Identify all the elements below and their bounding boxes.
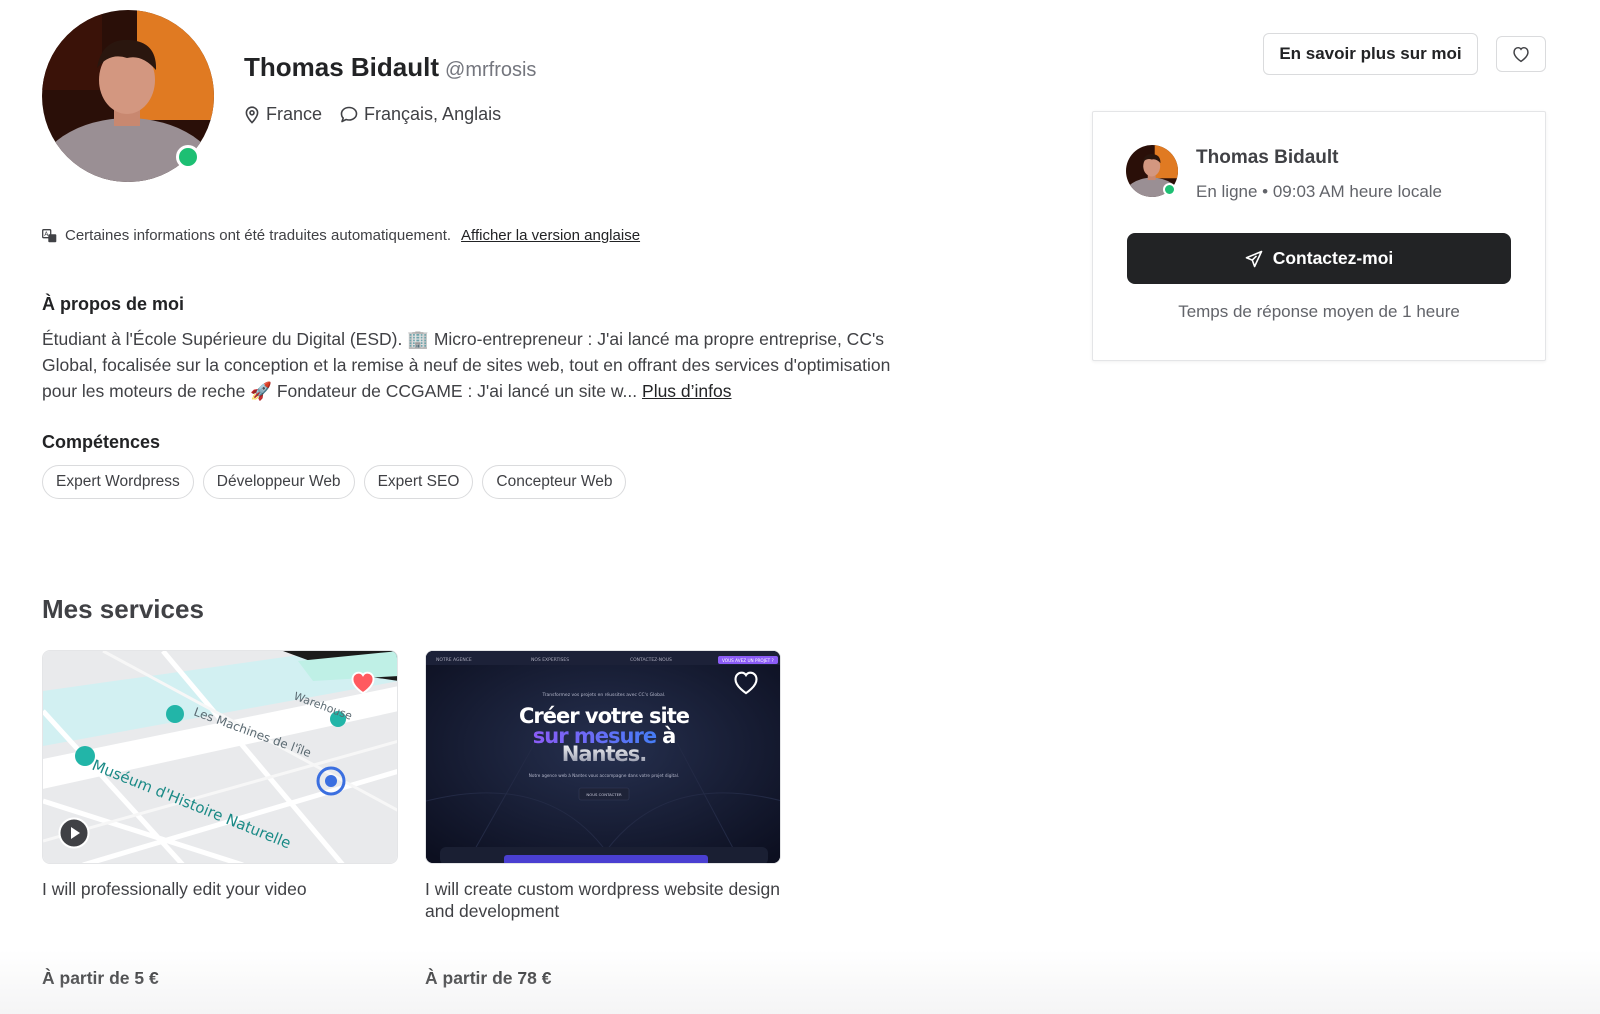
profile-handle: @mrfrosis (445, 59, 537, 81)
about-heading: À propos de moi (42, 294, 185, 314)
profile-meta: France Français, Anglais (244, 104, 501, 125)
profile-name-text: Thomas Bidault (244, 52, 440, 82)
heart-outline-icon (1513, 46, 1529, 63)
preview-nav-cta: VOUS AVEZ UN PROJET ? (722, 658, 774, 663)
preview-cta: NOUS CONTACTER (586, 792, 622, 797)
send-icon (1245, 250, 1263, 267)
preview-sub: Notre agence web à Nantes vous accompagn… (529, 773, 680, 778)
response-time: Temps de réponse moyen de 1 heure (1178, 302, 1460, 321)
play-video-icon[interactable] (58, 817, 90, 849)
contact-me-label: Contactez-moi (1272, 248, 1394, 268)
online-status-indicator (1163, 183, 1176, 196)
preview-headline-3: Nantes. (562, 742, 646, 766)
translation-notice: A Certaines informations ont été traduit… (42, 227, 640, 244)
more-info-link[interactable]: Plus d’infos (642, 381, 732, 401)
location-pin-icon (245, 105, 259, 124)
service-title[interactable]: I will create custom wordpress website d… (425, 878, 785, 922)
favorite-button[interactable] (1496, 36, 1546, 72)
about-text: Étudiant à l'École Supérieure du Digital… (42, 326, 902, 404)
preview-nav-item: CONTACTEZ-NOUS (630, 657, 672, 663)
service-price: À partir de 5 € (42, 968, 159, 988)
preview-nav-item: NOS EXPERTISES (531, 657, 569, 663)
service-title[interactable]: I will professionally edit your video (42, 878, 402, 900)
heart-filled-icon[interactable] (349, 669, 377, 695)
contact-card-status: En ligne • 09:03 AM heure locale (1196, 182, 1443, 201)
skills-heading: Compétences (42, 432, 161, 452)
speech-bubble-icon (340, 106, 358, 123)
skill-tag[interactable]: Expert Wordpress (42, 465, 194, 499)
service-price: À partir de 78 € (425, 968, 552, 988)
profile-languages-text: Français, Anglais (364, 104, 502, 124)
skill-tag[interactable]: Expert SEO (363, 465, 474, 499)
translate-icon: A (42, 228, 57, 242)
translation-notice-text: Certaines informations ont été traduites… (65, 227, 452, 244)
preview-headline-2b: à (662, 724, 675, 748)
heart-outline-icon[interactable] (732, 669, 760, 695)
skills-list: Expert Wordpress Développeur Web Expert … (42, 465, 627, 499)
show-english-version-link[interactable]: Afficher la version anglaise (461, 227, 640, 244)
profile-location: France (244, 104, 322, 125)
about-description: Étudiant à l'École Supérieure du Digital… (42, 329, 891, 401)
profile-name: Thomas Bidault @mrfrosis (244, 52, 536, 83)
profile-languages: Français, Anglais (340, 104, 501, 125)
preview-tagline: Transformez vos projets en réussites ave… (542, 691, 666, 698)
bottom-shadow (0, 950, 1600, 1014)
about-me-button[interactable]: En savoir plus sur moi (1263, 33, 1478, 75)
preview-nav-item: NOTRE AGENCE (436, 657, 472, 663)
contact-me-button[interactable]: Contactez-moi (1127, 233, 1511, 284)
online-status-indicator (176, 145, 200, 169)
contact-card-name: Thomas Bidault (1196, 147, 1339, 168)
service-card-image-wordpress[interactable]: NOTRE AGENCE NOS EXPERTISES CONTACTEZ-NO… (425, 650, 781, 864)
skill-tag[interactable]: Concepteur Web (482, 465, 627, 499)
service-card-image-video[interactable]: Muséum d'Histoire Naturelle Les Machines… (42, 650, 398, 864)
skill-tag[interactable]: Développeur Web (202, 465, 355, 499)
services-heading: Mes services (42, 594, 204, 624)
profile-country: France (266, 104, 323, 124)
